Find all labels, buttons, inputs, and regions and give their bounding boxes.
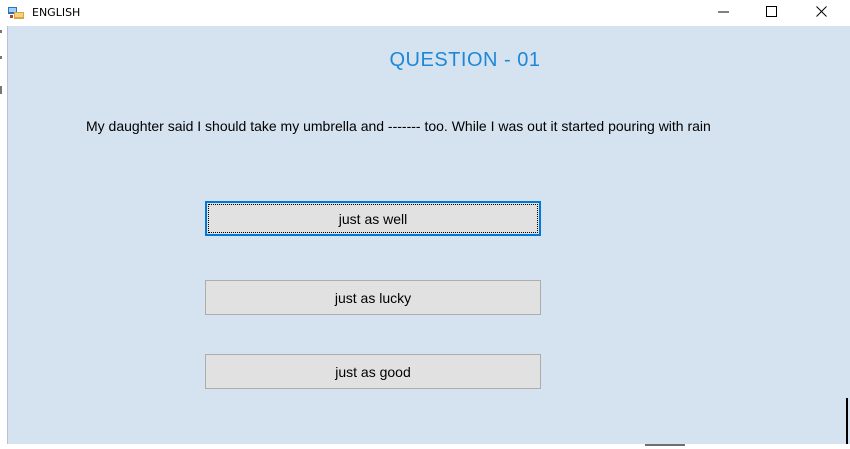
answer-option-2-button[interactable]: just as lucky — [205, 280, 541, 315]
answer-option-1-button[interactable]: just as well — [205, 201, 541, 236]
close-button[interactable] — [798, 0, 844, 26]
title-bar[interactable]: ENGLISH — [0, 0, 850, 26]
minimize-icon — [717, 4, 729, 22]
answer-option-label: just as good — [335, 363, 411, 380]
window-bottom-edge — [7, 444, 850, 449]
maximize-button[interactable] — [748, 0, 794, 26]
maximize-icon — [765, 4, 777, 22]
answer-option-label: just as lucky — [334, 289, 412, 306]
app-window: ENGLISH QUESTION - 01 My daughter said I… — [0, 0, 850, 449]
answer-option-3-button[interactable]: just as good — [205, 354, 541, 389]
app-icon — [8, 6, 24, 20]
question-heading: QUESTION - 01 — [389, 49, 541, 71]
answer-option-label: just as well — [338, 210, 408, 227]
minimize-button[interactable] — [700, 0, 746, 26]
question-text: My daughter said I should take my umbrel… — [86, 118, 711, 134]
window-right-edge — [846, 398, 848, 444]
window-title: ENGLISH — [32, 6, 81, 19]
bottom-edge-mark — [645, 444, 685, 446]
close-icon — [815, 4, 827, 22]
